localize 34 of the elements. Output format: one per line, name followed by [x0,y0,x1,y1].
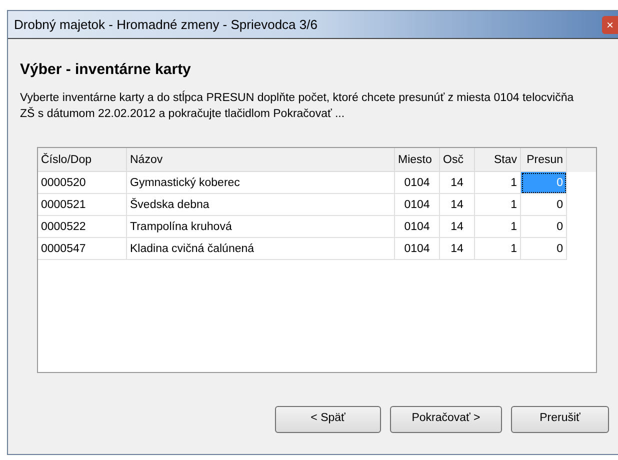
table-cell[interactable]: 0 [521,194,567,216]
table-cell: Švedska debna [127,194,395,216]
table-cell: Trampolína kruhová [127,216,395,238]
table-cell: 14 [440,216,475,238]
table-cell: 14 [440,194,475,216]
description-text: Vyberte inventárne karty a do stĺpca PRESUN doplňte počet, ktoré chcete presunúť z miesta 0104 telocvičňa ZŠ s dátumom 22.02.2012 a pokračujte tlačidlom Pokračovať ... [20,90,575,122]
wizard-button[interactable]: < Späť [275,406,381,432]
wizard-button[interactable]: Prerušiť [511,406,609,432]
table-cell: 1 [475,238,521,260]
table-cell: 0104 [395,216,440,238]
table-cell: 0000547 [38,238,127,260]
column-header[interactable]: Názov [127,148,395,172]
table-cell: 0000522 [38,216,127,238]
column-header[interactable]: Stav [475,148,521,172]
table-cell: 0104 [395,238,440,260]
table-cell: 0000520 [38,172,127,194]
table-cell: Gymnastický koberec [127,172,395,194]
window-title: Drobný majetok - Hromadné zmeny - Sprievodca 3/6 [14,16,318,34]
table-cell: 1 [475,216,521,238]
column-header[interactable]: Miesto [395,148,440,172]
table-cell: 1 [475,194,521,216]
table-cell: 14 [440,172,475,194]
wizard-button[interactable]: Pokračovať > [390,406,502,432]
table-cell: 0104 [395,194,440,216]
table-cell: 0000521 [38,194,127,216]
table-cell[interactable]: 0 [521,216,567,238]
table-cell: 14 [440,238,475,260]
table-cell: 0104 [395,172,440,194]
table-cell: Kladina cvičná čalúnená [127,238,395,260]
close-button[interactable]: × [602,16,618,34]
column-header[interactable]: Číslo/Dop [38,148,127,172]
page-heading: Výber - inventárne karty [20,60,192,80]
table-cell[interactable]: 0 [521,238,567,260]
column-header[interactable]: Osč [440,148,475,172]
